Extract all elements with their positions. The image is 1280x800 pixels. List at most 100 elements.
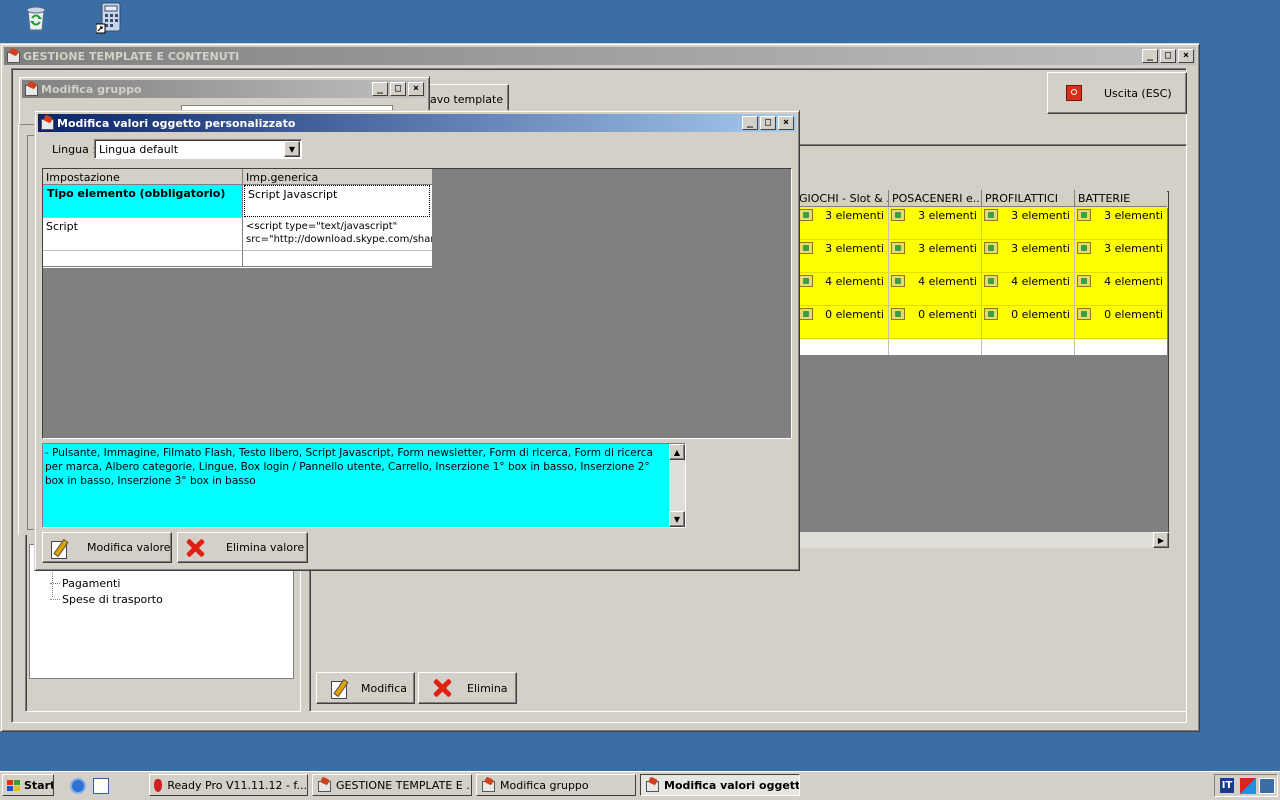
description-text: - Pulsante, Immagine, Filmato Flash, Tes… [45,447,653,487]
modify-button[interactable]: Modifica [316,672,415,704]
modify-button-label: Modifica [361,681,407,695]
folder-icon [1077,308,1091,320]
recycle-bin-icon[interactable] [22,2,50,32]
grid-horizontal-scrollbar[interactable]: ▶ [791,532,1169,548]
language-label: Lingua : [52,143,97,156]
delete-x-icon [431,677,453,699]
dialog-title: Modifica valori oggetto personalizzato [57,116,296,130]
grid-cell[interactable]: 3 elementi [982,240,1075,273]
delete-value-button[interactable]: Elimina valore [177,532,308,563]
grid-cell[interactable]: 3 elementi [1075,240,1167,273]
minimize-button[interactable]: _ [372,82,388,96]
tree-item-spese[interactable]: Spese di trasporto [50,593,163,606]
grid-header-row: GIOCHI - Slot & ... POSACENERI e... PROF… [797,190,1167,207]
grid-cell-empty[interactable] [982,339,1075,355]
language-select[interactable]: Lingua default ▼ [94,139,302,159]
language-indicator[interactable]: IT [1220,778,1234,793]
grid-row-value[interactable]: Script Javascript [244,185,430,217]
grid-cell[interactable]: 3 elementi [889,207,982,240]
close-button[interactable]: × [1178,49,1194,63]
maximize-button[interactable]: □ [1160,49,1176,63]
grid-cell-value: 0 elementi [918,308,977,321]
tray-network-icon[interactable] [1259,778,1275,794]
grid-cell-value: 0 elementi [1104,308,1163,321]
delete-x-icon [184,537,206,559]
folder-icon [1077,275,1091,287]
main-window-titlebar[interactable]: GESTIONE TEMPLATE E CONTENUTI _ □ × [4,47,1196,65]
grid-cell[interactable]: 3 elementi [889,240,982,273]
grid-cell-empty[interactable] [889,339,982,355]
grid-cell[interactable]: 4 elementi [982,273,1075,306]
task-gestione-template[interactable]: GESTIONE TEMPLATE E ... [312,774,472,796]
task-ready-pro[interactable]: Ready Pro V11.11.12 - f... [149,774,308,796]
grid-cell[interactable]: 0 elementi [797,306,889,339]
grid-row-setting[interactable]: Tipo elemento (obbligatorio) [43,185,243,218]
modify-value-button[interactable]: Modifica valore [42,532,172,563]
grid-cell[interactable]: 3 elementi [797,240,889,273]
tray-app-icon[interactable] [1240,778,1256,794]
column-header[interactable]: POSACENERI e... [889,190,982,207]
app-icon [317,778,331,792]
grid-cell-value: 4 elementi [918,275,977,288]
group-window-titlebar[interactable]: Modifica gruppo _ □ × [22,80,426,98]
task-modifica-gruppo[interactable]: Modifica gruppo [476,774,636,796]
grid-header-setting[interactable]: Impostazione [43,169,243,185]
grid-cell[interactable]: 4 elementi [797,273,889,306]
description-vertical-scrollbar[interactable]: ▲ ▼ [669,444,685,527]
column-header[interactable]: GIOCHI - Slot & ... [797,190,889,207]
close-button[interactable]: × [408,82,424,96]
grid-row-empty[interactable] [43,251,243,267]
column-header[interactable]: BATTERIE [1075,190,1167,207]
tree-item-label: Spese di trasporto [62,593,163,606]
folder-icon [891,308,905,320]
scroll-right-button[interactable]: ▶ [1153,532,1169,548]
grid-cell-empty[interactable] [1075,339,1167,355]
main-window-title: GESTIONE TEMPLATE E CONTENUTI [23,49,240,63]
start-button[interactable]: Start [2,774,54,796]
tree-item-pagamenti[interactable]: Pagamenti [50,577,120,590]
delete-button[interactable]: Elimina [418,672,517,704]
folder-icon [984,275,998,287]
grid-row-setting[interactable]: Script [43,218,243,251]
dialog-titlebar[interactable]: Modifica valori oggetto personalizzato _… [38,114,796,132]
maximize-button[interactable]: □ [390,82,406,96]
minimize-button[interactable]: _ [742,116,758,130]
exit-button[interactable]: Uscita (ESC) [1047,72,1187,114]
chevron-down-icon[interactable]: ▼ [284,141,300,157]
scroll-up-button[interactable]: ▲ [669,444,685,460]
grid-cell[interactable]: 0 elementi [1075,306,1167,339]
power-icon [1066,85,1082,101]
grid-header-value[interactable]: Imp.generica [243,169,432,185]
calculator-shortcut-icon[interactable] [95,2,124,34]
description-box[interactable]: - Pulsante, Immagine, Filmato Flash, Tes… [42,443,686,528]
scroll-down-button[interactable]: ▼ [669,511,685,527]
grid-cell[interactable]: 4 elementi [1075,273,1167,306]
grid-cell-value: 3 elementi [1011,209,1070,222]
grid-cell-value: 4 elementi [1104,275,1163,288]
grid-cell-empty[interactable] [797,339,889,355]
close-button[interactable]: × [778,116,794,130]
minimize-button[interactable]: _ [1142,49,1158,63]
maximize-button[interactable]: □ [760,116,776,130]
app-icon [481,778,495,792]
quicklaunch-ie-icon[interactable] [70,778,86,794]
exit-button-label: Uscita (ESC) [1104,86,1172,100]
grid-cell[interactable]: 3 elementi [982,207,1075,240]
grid-cell[interactable]: 0 elementi [982,306,1075,339]
folder-icon [799,242,813,254]
grid-cell[interactable]: 0 elementi [889,306,982,339]
grid-row-empty[interactable] [243,251,432,267]
app-icon [40,116,54,130]
grid-cell[interactable]: 4 elementi [889,273,982,306]
folder-icon [891,275,905,287]
task-modifica-valori[interactable]: Modifica valori oggett... [640,774,800,796]
grid-row-value[interactable]: <script type="text/javascript" src="http… [243,218,432,251]
settings-table: Impostazione Imp.generica Tipo elemento … [43,169,432,268]
folder-icon [799,275,813,287]
pencil-icon [49,538,69,559]
column-header[interactable]: PROFILATTICI [982,190,1075,207]
quicklaunch-desktop-icon[interactable] [93,778,109,794]
grid-body: 3 elementi 3 elementi 3 elementi 3 elementi… [797,207,1167,355]
grid-cell[interactable]: 3 elementi [1075,207,1167,240]
grid-cell[interactable]: 3 elementi [797,207,889,240]
